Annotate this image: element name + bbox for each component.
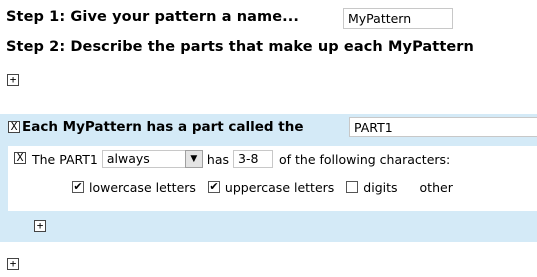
- rule-suffix: of the following characters:: [279, 151, 451, 167]
- rule-row: The PART1 always ▼ has 3-8 of the follow…: [32, 149, 450, 169]
- lowercase-label: lowercase letters: [89, 179, 196, 195]
- add-rule-button[interactable]: +: [34, 220, 46, 232]
- add-part-above-button[interactable]: +: [7, 74, 19, 86]
- dropdown-arrow-icon[interactable]: ▼: [184, 150, 203, 168]
- part-name-input[interactable]: PART1: [349, 117, 537, 137]
- has-label: has: [206, 151, 229, 167]
- rule-prefix: The PART1: [32, 151, 98, 167]
- collapse-rule-button[interactable]: X: [14, 152, 26, 164]
- uppercase-checkbox[interactable]: ✔: [207, 181, 220, 193]
- character-class-row: ✔ lowercase letters ✔ uppercase letters …: [72, 177, 465, 197]
- count-input[interactable]: 3-8: [233, 150, 273, 168]
- uppercase-label: uppercase letters: [224, 179, 335, 195]
- step1-label: Step 1: Give your pattern a name...: [6, 9, 300, 25]
- add-part-below-button[interactable]: +: [7, 258, 19, 270]
- step2-label: Step 2: Describe the parts that make up …: [6, 39, 474, 55]
- quantifier-select[interactable]: always ▼: [101, 150, 203, 168]
- part-header: Each MyPattern has a part called the: [6, 118, 304, 136]
- pattern-name-input[interactable]: MyPattern: [343, 8, 453, 29]
- part-title: Each MyPattern has a part called the: [22, 119, 304, 135]
- lowercase-checkbox[interactable]: ✔: [72, 181, 84, 193]
- digits-label: digits: [363, 179, 398, 195]
- quantifier-value: always: [101, 150, 185, 168]
- other-label: other: [419, 179, 453, 195]
- digits-checkbox[interactable]: [346, 181, 359, 193]
